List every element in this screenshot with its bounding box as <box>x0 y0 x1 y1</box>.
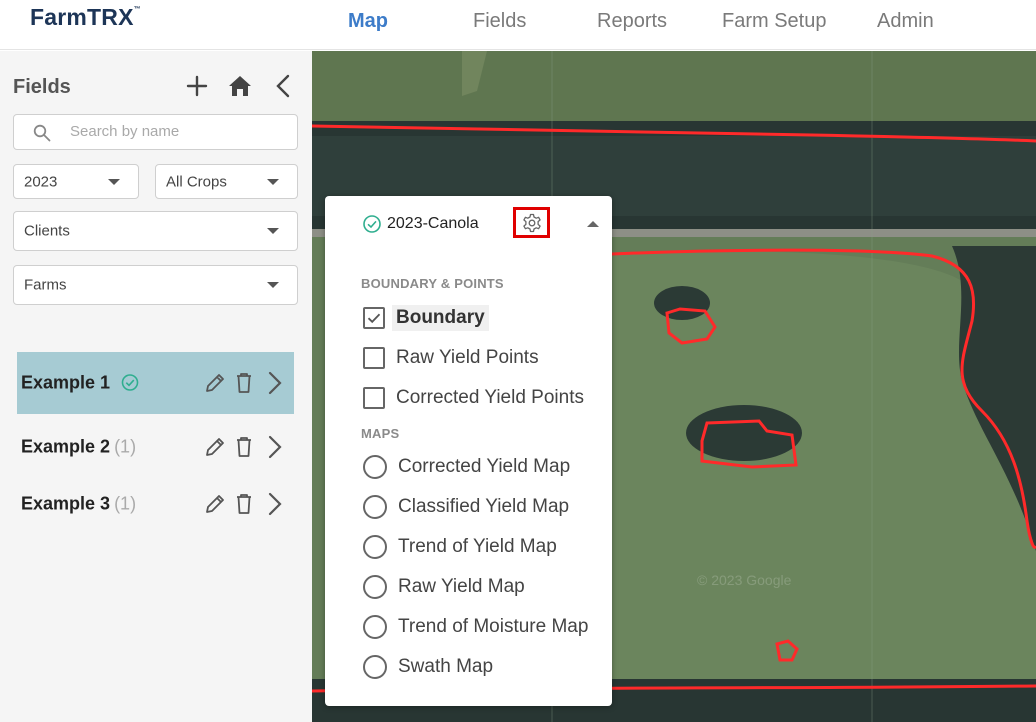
check-circle-icon <box>363 215 381 233</box>
checkmark-icon <box>367 313 381 324</box>
gear-icon <box>522 213 541 232</box>
swath-map-label: Swath Map <box>398 656 494 677</box>
check-circle-icon <box>121 374 139 391</box>
search-input[interactable] <box>70 123 280 140</box>
field-name-text: Example 3 <box>21 493 111 514</box>
boundary-checkbox[interactable]: Boundary <box>363 303 489 333</box>
home-button[interactable] <box>227 74 253 103</box>
plus-icon <box>186 75 208 97</box>
field-count: (1) <box>114 493 137 514</box>
settings-button[interactable] <box>513 207 550 238</box>
corrected-yield-map-label: Corrected Yield Map <box>398 456 571 477</box>
edit-icon[interactable] <box>204 372 226 394</box>
raw-yield-points-checkbox[interactable]: Raw Yield Points <box>363 343 539 373</box>
field-row-example-2[interactable]: Example 2 (1) <box>17 416 294 478</box>
nav-farm-setup[interactable]: Farm Setup <box>722 10 826 33</box>
search-icon <box>33 124 51 142</box>
trend-of-yield-map-radio[interactable]: Trend of Yield Map <box>363 532 557 562</box>
trash-icon[interactable] <box>235 493 253 515</box>
field-name-text: Example 1 <box>21 372 111 393</box>
nav-fields[interactable]: Fields <box>473 10 526 33</box>
checkbox-checked[interactable] <box>363 307 385 329</box>
radio-button[interactable] <box>363 495 387 519</box>
raw-yield-map-label: Raw Yield Map <box>398 576 525 597</box>
chevron-right-icon[interactable] <box>267 491 283 517</box>
boundary-label: Boundary <box>392 305 489 331</box>
checkbox[interactable] <box>363 387 385 409</box>
search-box[interactable] <box>13 114 298 150</box>
corrected-yield-map-radio[interactable]: Corrected Yield Map <box>363 452 570 482</box>
chevron-down-icon <box>267 178 279 185</box>
crop-select-value: All Crops <box>166 173 227 190</box>
field-row-example-1[interactable]: Example 1 <box>17 352 294 414</box>
corrected-yield-points-checkbox[interactable]: Corrected Yield Points <box>363 383 584 413</box>
field-count: (1) <box>114 436 137 457</box>
section-maps: MAPS <box>361 426 400 441</box>
collapse-sidebar-button[interactable] <box>273 73 293 104</box>
crop-select[interactable]: All Crops <box>155 164 298 199</box>
nav-map[interactable]: Map <box>348 10 388 33</box>
field-row-example-3[interactable]: Example 3 (1) <box>17 473 294 535</box>
add-field-button[interactable] <box>186 75 208 102</box>
crop-season-title: 2023-Canola <box>387 215 479 232</box>
radio-button[interactable] <box>363 615 387 639</box>
chevron-down-icon <box>108 178 120 185</box>
trend-of-moisture-map-radio[interactable]: Trend of Moisture Map <box>363 612 588 642</box>
nav-reports[interactable]: Reports <box>597 10 667 33</box>
checkbox[interactable] <box>363 347 385 369</box>
trash-icon[interactable] <box>235 436 253 458</box>
farms-select[interactable]: Farms <box>13 265 298 305</box>
radio-button[interactable] <box>363 455 387 479</box>
trash-icon[interactable] <box>235 372 253 394</box>
clients-select-value: Clients <box>24 222 70 240</box>
field-name: Example 2 (1) <box>21 437 136 458</box>
field-name: Example 1 <box>21 373 139 394</box>
fields-sidebar: Fields 2023 All Crops Clients Farms Exam… <box>0 51 312 722</box>
trend-of-moisture-map-label: Trend of Moisture Map <box>398 616 589 637</box>
collapse-panel-button[interactable] <box>587 221 599 227</box>
logo-trademark: ™ <box>133 6 141 13</box>
edit-icon[interactable] <box>204 493 226 515</box>
section-boundary-points: BOUNDARY & POINTS <box>361 276 504 291</box>
field-name-text: Example 2 <box>21 436 111 457</box>
trend-of-yield-map-label: Trend of Yield Map <box>398 536 557 557</box>
raw-yield-map-radio[interactable]: Raw Yield Map <box>363 572 525 602</box>
year-select[interactable]: 2023 <box>13 164 139 199</box>
year-select-value: 2023 <box>24 173 58 190</box>
chevron-right-icon[interactable] <box>267 370 283 396</box>
radio-button[interactable] <box>363 575 387 599</box>
classified-yield-map-radio[interactable]: Classified Yield Map <box>363 492 569 522</box>
chevron-left-icon <box>276 74 290 98</box>
home-icon <box>229 76 251 96</box>
farmtrx-logo[interactable]: FarmTRX™ <box>30 4 141 31</box>
top-navigation-bar: FarmTRX™ Map Fields Reports Farm Setup A… <box>0 0 1036 50</box>
radio-button[interactable] <box>363 535 387 559</box>
radio-button[interactable] <box>363 655 387 679</box>
chevron-right-icon[interactable] <box>267 434 283 460</box>
corrected-yield-points-label: Corrected Yield Points <box>396 387 584 408</box>
nav-admin[interactable]: Admin <box>877 10 934 33</box>
edit-icon[interactable] <box>204 436 226 458</box>
logo-text: FarmTRX <box>30 4 134 30</box>
map-watermark: © 2023 Google <box>697 572 792 588</box>
raw-yield-points-label: Raw Yield Points <box>396 347 539 368</box>
sidebar-title: Fields <box>13 76 71 98</box>
chevron-down-icon <box>267 282 279 288</box>
layer-panel: 2023-Canola BOUNDARY & POINTS Boundary R… <box>325 196 612 706</box>
chevron-down-icon <box>267 228 279 234</box>
farms-select-value: Farms <box>24 276 67 294</box>
clients-select[interactable]: Clients <box>13 211 298 251</box>
classified-yield-map-label: Classified Yield Map <box>398 496 570 517</box>
swath-map-radio[interactable]: Swath Map <box>363 652 493 682</box>
field-name: Example 3 (1) <box>21 494 136 515</box>
